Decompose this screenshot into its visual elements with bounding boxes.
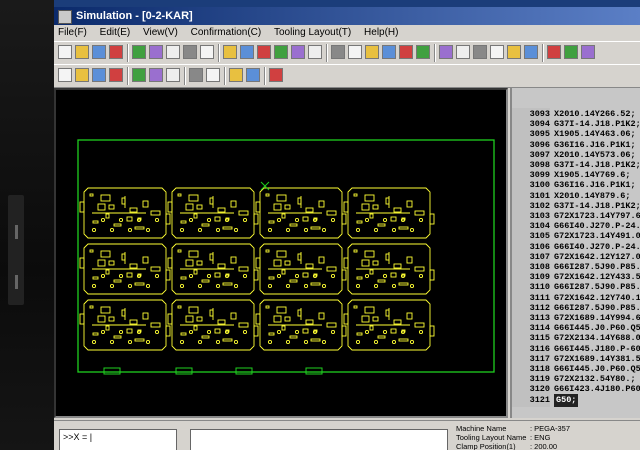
hash-icon[interactable] [206,68,220,82]
toolbar-separator [224,67,226,85]
display-icon[interactable] [399,45,413,59]
title-bar[interactable]: Simulation - [0-2-KAR] [54,7,640,25]
grid-icon[interactable] [240,45,254,59]
monitor-side-panel [8,195,24,305]
code-line[interactable]: 3121 G50; [512,393,640,407]
print-icon[interactable] [166,45,180,59]
nest-icon[interactable] [189,68,203,82]
open-folder-icon[interactable] [92,45,106,59]
info-key: Clamp Position(1) [456,442,516,450]
toolbar-separator [326,44,328,62]
question-tool-icon[interactable] [246,68,260,82]
pattern-icon[interactable] [348,45,362,59]
info-value: : 200.00 [530,442,558,450]
info-value: : ENG [530,433,551,442]
usb-port-icon [15,275,18,289]
menu-view[interactable]: View(V) [143,27,178,38]
rotate-icon[interactable] [308,45,322,59]
info-value: : PEGA-357 [530,424,571,433]
menu-edit[interactable]: Edit(E) [100,27,131,38]
frame-icon[interactable] [416,45,430,59]
tooling-toolbar [54,64,640,88]
monitor-icon[interactable] [223,45,237,59]
machine-icon[interactable] [109,68,123,82]
copy-icon[interactable] [183,45,197,59]
tool-setting-icon[interactable] [269,68,283,82]
app-icon [58,10,72,24]
move-icon[interactable] [365,45,379,59]
message-box [190,429,448,450]
toolbar-separator [127,67,129,85]
paste-icon[interactable] [200,45,214,59]
toolbar-separator [434,44,436,62]
save-icon[interactable] [109,45,123,59]
menu-file[interactable]: File(F) [58,27,87,38]
zoom-window-icon[interactable] [473,45,487,59]
cut-icon[interactable] [291,45,305,59]
command-input[interactable]: >>X = | [59,429,177,450]
info-key: Tooling Layout Name [456,433,527,442]
image-icon[interactable] [507,45,521,59]
menu-tooling-layout[interactable]: Tooling Layout(T) [274,27,351,38]
main-toolbar [54,41,640,65]
usb-port-icon [15,225,18,239]
toolbar-separator [542,44,544,62]
open-icon[interactable] [75,45,89,59]
status-area: >>X = | Machine Name : PEGA-357 Tooling La… [54,420,640,450]
close-view-icon[interactable] [490,45,504,59]
cursor-icon[interactable] [58,68,72,82]
new-file-icon[interactable] [58,45,72,59]
app-screen: Simulation - [0-2-KAR] File(F) Edit(E) V… [54,0,640,450]
print-preview-icon[interactable] [149,45,163,59]
canvas-background [56,90,506,416]
sheet-drawing [56,90,506,416]
toolbar-separator [264,67,266,85]
line-number: 3121 [512,393,550,407]
taskbar-strip [54,0,640,7]
nc-code-panel[interactable]: 3093 X2010.14Y266.52; 3094 G37I-14.J18.P1K2… [510,88,640,418]
zoom-in-icon[interactable] [439,45,453,59]
info-key: Machine Name [456,424,507,433]
toolbar-separator [127,44,129,62]
tool-icon[interactable] [581,45,595,59]
menu-confirmation[interactable]: Confirmation(C) [191,27,262,38]
simulation-canvas[interactable] [54,88,508,418]
link-icon[interactable] [257,45,271,59]
settings-icon[interactable] [524,45,538,59]
code-text: G50; [554,393,579,407]
punch-icon[interactable] [229,68,243,82]
align-icon[interactable] [382,45,396,59]
save-all-icon[interactable] [132,45,146,59]
slide-icon[interactable] [132,68,146,82]
color-wheel-icon[interactable] [331,45,345,59]
document-icon[interactable] [149,68,163,82]
zoom-out-icon[interactable] [456,45,470,59]
toolbar-separator [218,44,220,62]
toolbar-separator [184,67,186,85]
stop-icon[interactable] [92,68,106,82]
delete-icon[interactable] [274,45,288,59]
chart-icon[interactable] [564,45,578,59]
window-title: Simulation - [0-2-KAR] [76,10,193,22]
clamp-icon[interactable] [75,68,89,82]
menu-bar: File(F) Edit(E) View(V) Confirmation(C) … [54,25,640,41]
menu-help[interactable]: Help(H) [364,27,398,38]
tool-change-icon[interactable] [166,68,180,82]
book-icon[interactable] [547,45,561,59]
